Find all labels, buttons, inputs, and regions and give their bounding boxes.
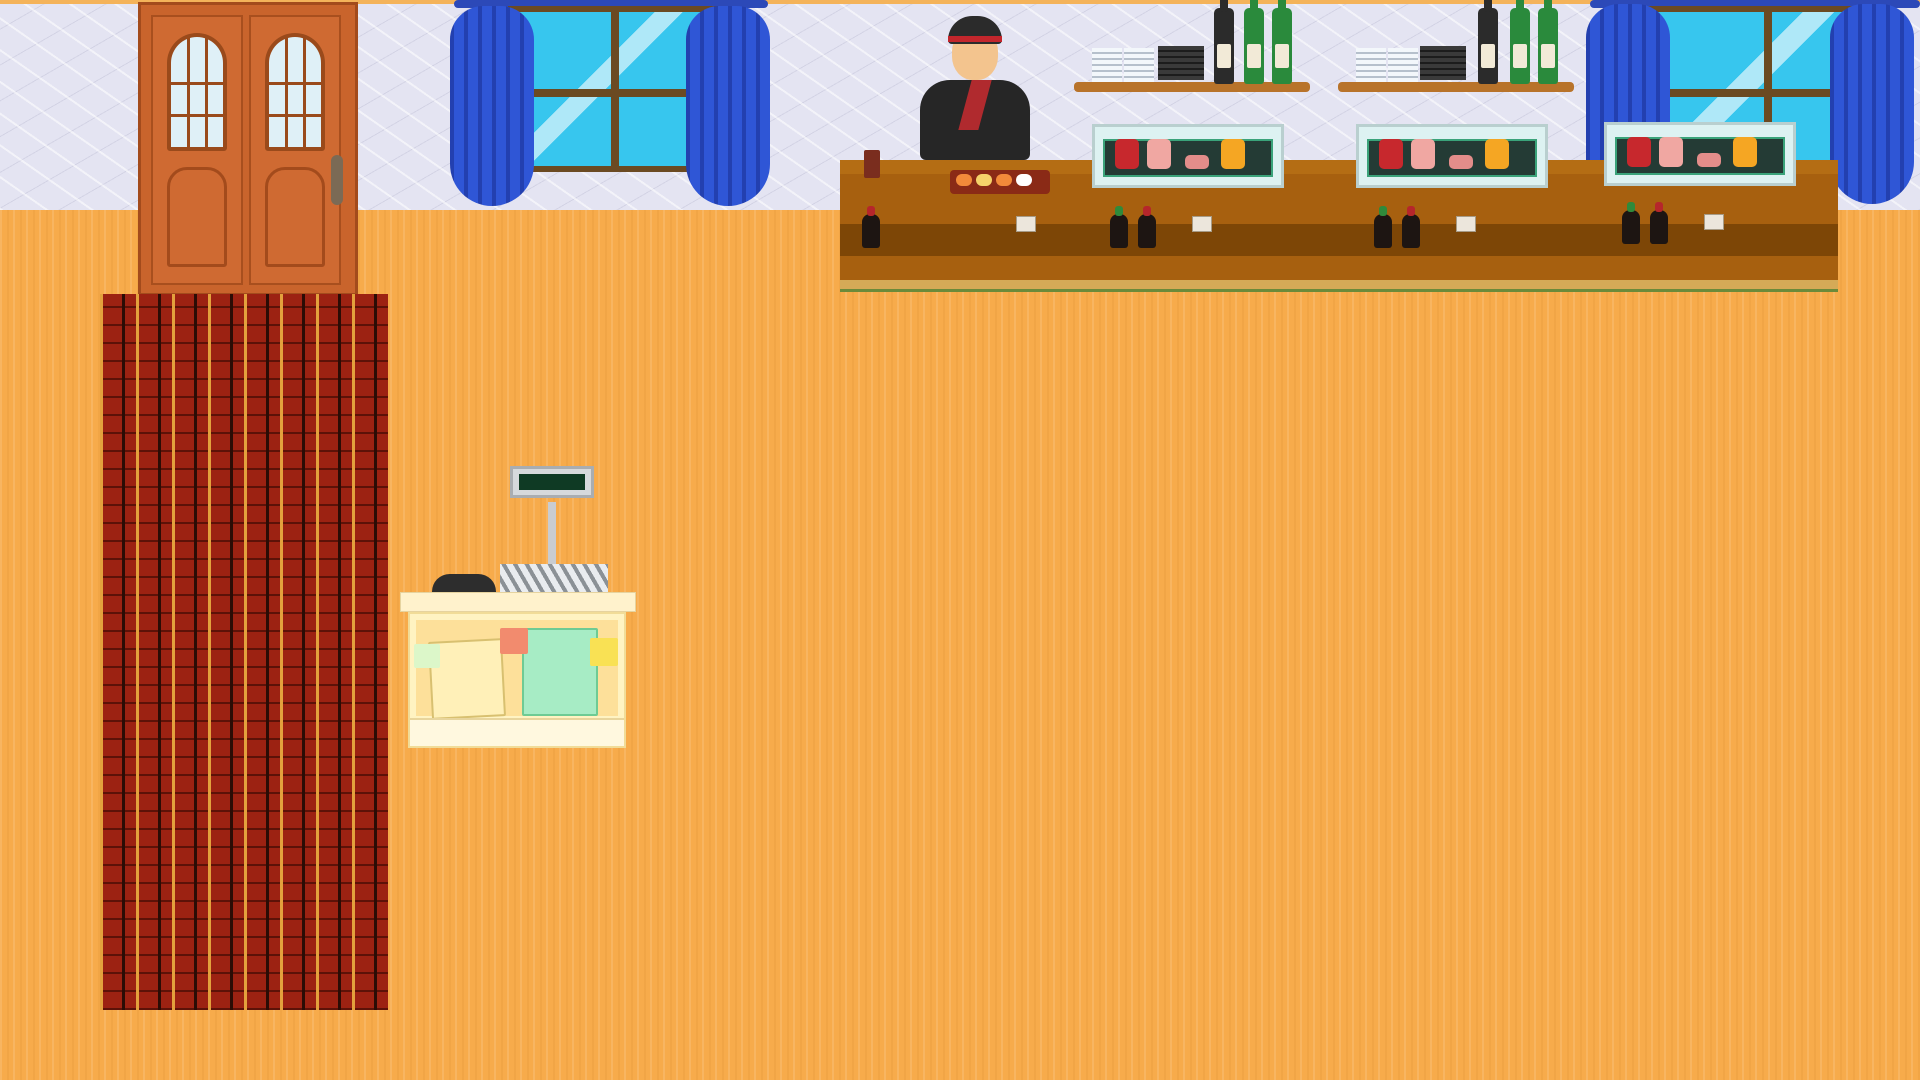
door-handle-icon[interactable] bbox=[331, 155, 343, 205]
fish-item-icon bbox=[1697, 153, 1721, 167]
menu-card-icon bbox=[522, 628, 598, 716]
fish-item-icon bbox=[1627, 137, 1651, 167]
sushi-platter[interactable] bbox=[950, 170, 1050, 194]
sake-bottle-icon bbox=[1478, 0, 1498, 84]
fish-item-icon bbox=[1485, 139, 1509, 169]
sushi-piece-icon bbox=[956, 174, 972, 186]
register-display bbox=[510, 466, 594, 498]
soy-sauce-icon bbox=[1650, 202, 1668, 244]
door-glass-left bbox=[167, 33, 227, 151]
display-case-2[interactable] bbox=[1356, 124, 1548, 188]
chef-headband bbox=[948, 36, 1002, 42]
sushi-chef[interactable] bbox=[910, 8, 1040, 168]
door-panel-right bbox=[265, 167, 325, 267]
fish-item-icon bbox=[1449, 155, 1473, 169]
entrance-door[interactable] bbox=[138, 2, 358, 296]
white-plates-icon bbox=[1092, 48, 1122, 82]
fish-item-icon bbox=[1147, 139, 1171, 169]
napkin-holder-icon bbox=[1456, 216, 1476, 232]
dark-plates-icon bbox=[1420, 46, 1466, 80]
fish-item-icon bbox=[1221, 139, 1245, 169]
sushi-piece-icon bbox=[1016, 174, 1032, 186]
display-case-1[interactable] bbox=[1092, 124, 1284, 188]
entrance-rug bbox=[100, 294, 388, 1010]
white-plates-icon bbox=[1124, 48, 1154, 82]
white-plates-icon bbox=[1356, 48, 1386, 82]
register-desk-base bbox=[410, 718, 624, 746]
display-case-3[interactable] bbox=[1604, 122, 1796, 186]
window-mullion bbox=[514, 89, 712, 97]
counter-shelf-strip bbox=[840, 224, 1838, 256]
case-interior bbox=[1103, 139, 1273, 177]
soy-sauce-icon bbox=[1110, 206, 1128, 248]
fish-item-icon bbox=[1733, 137, 1757, 167]
sake-bottle-icon bbox=[1214, 0, 1234, 84]
door-glass-right bbox=[265, 33, 325, 151]
napkin-holder-icon bbox=[1016, 216, 1036, 232]
sake-bottle-icon bbox=[1244, 0, 1264, 84]
napkin-holder-icon bbox=[1192, 216, 1212, 232]
fish-item-icon bbox=[1185, 155, 1209, 169]
sticky-note-icon bbox=[590, 638, 618, 666]
sake-bottle-icon bbox=[1510, 0, 1530, 84]
register-display-screen bbox=[519, 474, 585, 490]
bottle-label bbox=[1513, 44, 1527, 68]
white-plates-icon bbox=[1388, 48, 1418, 82]
curtain-left-a bbox=[450, 6, 534, 206]
curtain-right-b bbox=[1830, 4, 1914, 204]
soy-sauce-icon bbox=[862, 206, 880, 248]
bottle-label bbox=[1217, 44, 1231, 68]
register-desk bbox=[408, 612, 626, 748]
register-desk-top bbox=[400, 592, 636, 612]
bottle-label bbox=[1275, 44, 1289, 68]
bottle-label bbox=[1541, 44, 1555, 68]
sushi-piece-icon bbox=[976, 174, 992, 186]
door-leaf-right bbox=[249, 15, 341, 285]
card-scanner-icon[interactable] bbox=[432, 574, 496, 594]
soy-sauce-icon bbox=[1402, 206, 1420, 248]
bottle-label bbox=[1247, 44, 1261, 68]
chopsticks-holder-icon bbox=[864, 150, 880, 178]
case-interior bbox=[1615, 137, 1785, 175]
door-leaf-left bbox=[151, 15, 243, 285]
sticky-note-icon bbox=[500, 628, 528, 654]
napkin-holder-icon bbox=[1704, 214, 1724, 230]
door-panel-left bbox=[167, 167, 227, 267]
sake-bottle-icon bbox=[1538, 0, 1558, 84]
sticky-note-icon bbox=[414, 644, 440, 668]
soy-sauce-icon bbox=[1374, 206, 1392, 248]
fish-item-icon bbox=[1659, 137, 1683, 167]
counter-edge bbox=[840, 280, 1838, 292]
fish-item-icon bbox=[1411, 139, 1435, 169]
receipt-printer-icon[interactable] bbox=[500, 564, 608, 594]
sake-bottle-icon bbox=[1272, 0, 1292, 84]
bottle-label bbox=[1481, 44, 1495, 68]
fish-item-icon bbox=[1115, 139, 1139, 169]
cash-register[interactable] bbox=[400, 466, 636, 748]
curtain-left-b bbox=[686, 6, 770, 206]
sushi-piece-icon bbox=[996, 174, 1012, 186]
fish-item-icon bbox=[1379, 139, 1403, 169]
case-interior bbox=[1367, 139, 1537, 177]
game-scene bbox=[0, 0, 1920, 1080]
soy-sauce-icon bbox=[1138, 206, 1156, 248]
dark-plates-icon bbox=[1158, 46, 1204, 80]
soy-sauce-icon bbox=[1622, 202, 1640, 244]
